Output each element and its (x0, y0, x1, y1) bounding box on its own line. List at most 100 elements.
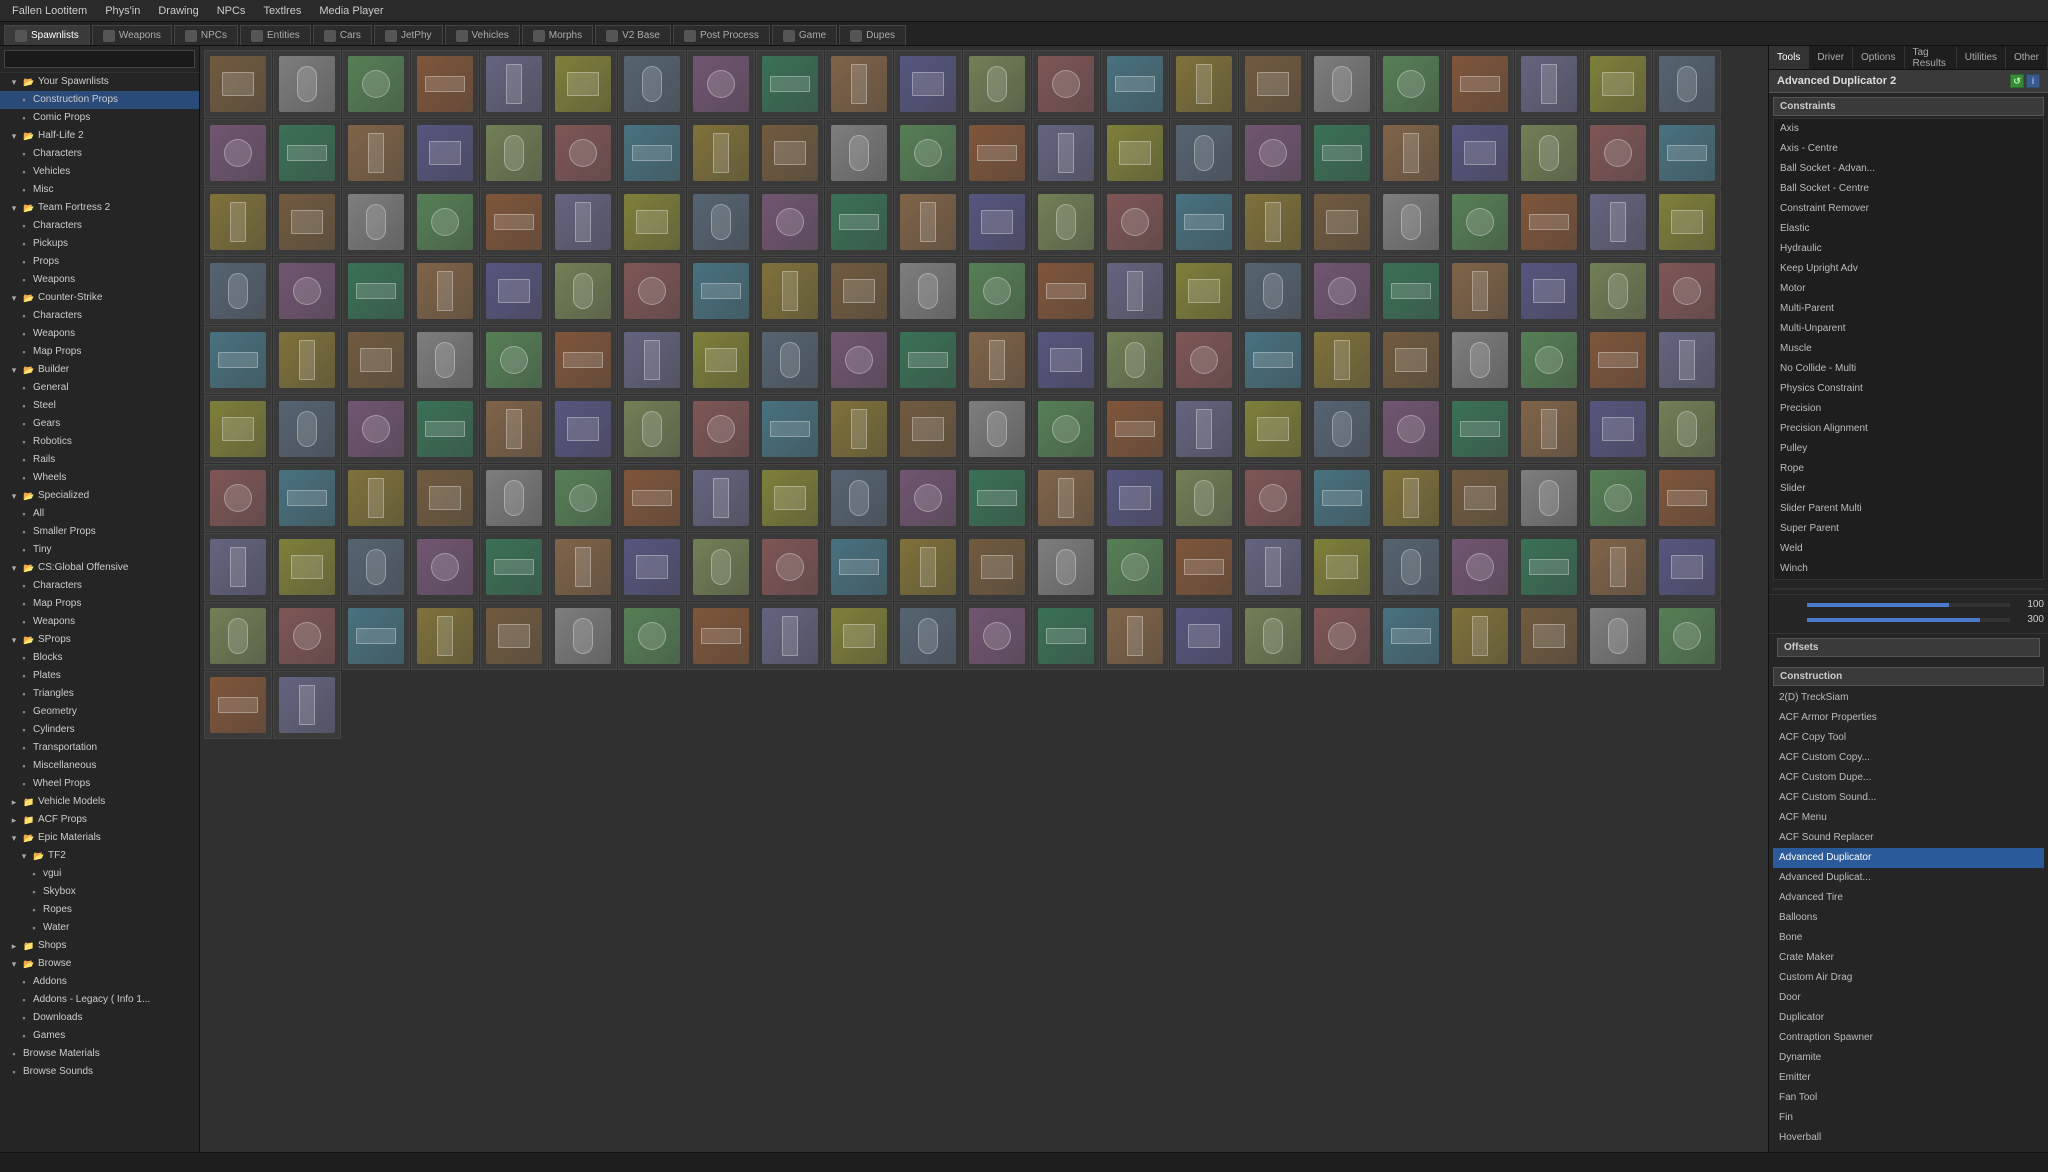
tree-tf2-props[interactable]: Props (0, 253, 199, 271)
spawn-item-72[interactable] (618, 257, 686, 325)
construct-dynamite[interactable]: Dynamite (1773, 1048, 2044, 1068)
spawn-item-155[interactable] (273, 533, 341, 601)
spawn-item-96[interactable] (756, 326, 824, 394)
tree-browse-sounds[interactable]: Browse Sounds (0, 1063, 199, 1081)
spawn-item-133[interactable] (273, 464, 341, 532)
spawn-item-124[interactable] (1170, 395, 1238, 463)
spawn-item-81[interactable] (1239, 257, 1307, 325)
spawn-item-13[interactable] (1101, 50, 1169, 118)
spawn-item-184[interactable] (756, 602, 824, 670)
spawn-item-38[interactable] (1308, 119, 1376, 187)
spawn-item-157[interactable] (411, 533, 479, 601)
spawn-item-54[interactable] (894, 188, 962, 256)
spawn-item-125[interactable] (1239, 395, 1307, 463)
spawn-item-106[interactable] (1446, 326, 1514, 394)
adv-dup-info-button[interactable]: i (2026, 74, 2040, 88)
spawn-item-91[interactable] (411, 326, 479, 394)
tab-vehicles[interactable]: Vehicles (445, 25, 520, 45)
tree-builder-gears[interactable]: Gears (0, 415, 199, 433)
tree-browse-materials[interactable]: Browse Materials (0, 1045, 199, 1063)
tree-spec-smaller[interactable]: Smaller Props (0, 523, 199, 541)
spawn-item-150[interactable] (1446, 464, 1514, 532)
spawn-item-42[interactable] (1584, 119, 1652, 187)
constraint-multi-parent[interactable]: Multi-Parent (1774, 299, 2043, 319)
spawn-item-161[interactable] (687, 533, 755, 601)
spawn-item-70[interactable] (480, 257, 548, 325)
spawn-item-28[interactable] (618, 119, 686, 187)
constraint-hydraulic[interactable]: Hydraulic (1774, 239, 2043, 259)
spawn-item-17[interactable] (1377, 50, 1445, 118)
spawn-item-187[interactable] (963, 602, 1031, 670)
tab-weapons[interactable]: Weapons (92, 25, 172, 45)
spawn-item-176[interactable] (204, 602, 272, 670)
constraint-muscle[interactable]: Muscle (1774, 339, 2043, 359)
tree-spec-all[interactable]: All (0, 505, 199, 523)
tree-sprops[interactable]: SProps (0, 631, 199, 649)
spawn-item-88[interactable] (204, 326, 272, 394)
spawn-item-41[interactable] (1515, 119, 1583, 187)
construct-hoverball[interactable]: Hoverball (1773, 1128, 2044, 1148)
spawn-item-199[interactable] (273, 671, 341, 739)
spawn-item-55[interactable] (963, 188, 1031, 256)
tree-sprops-geometry[interactable]: Geometry (0, 703, 199, 721)
spawn-item-151[interactable] (1515, 464, 1583, 532)
construct-acf-custom-copy[interactable]: ACF Custom Copy... (1773, 748, 2044, 768)
spawn-item-9[interactable] (825, 50, 893, 118)
spawn-item-33[interactable] (963, 119, 1031, 187)
tree-comic-props[interactable]: Comic Props (0, 109, 199, 127)
spawn-item-109[interactable] (1653, 326, 1721, 394)
constraint-precision-align[interactable]: Precision Alignment (1774, 419, 2043, 439)
spawn-item-27[interactable] (549, 119, 617, 187)
spawn-item-87[interactable] (1653, 257, 1721, 325)
menu-drawing[interactable]: Drawing (150, 3, 206, 19)
spawn-item-74[interactable] (756, 257, 824, 325)
spawn-item-34[interactable] (1032, 119, 1100, 187)
tree-construction-props[interactable]: Construction Props (0, 91, 199, 109)
tree-tf2[interactable]: Team Fortress 2 (0, 199, 199, 217)
spawn-item-108[interactable] (1584, 326, 1652, 394)
spawn-item-26[interactable] (480, 119, 548, 187)
spawn-item-15[interactable] (1239, 50, 1307, 118)
right-tab-tagresults[interactable]: Tag Results (1905, 46, 1957, 69)
spawn-item-130[interactable] (1584, 395, 1652, 463)
spawn-item-44[interactable] (204, 188, 272, 256)
tree-sprops-transportation[interactable]: Transportation (0, 739, 199, 757)
spawn-item-10[interactable] (894, 50, 962, 118)
spawn-item-118[interactable] (756, 395, 824, 463)
menu-media[interactable]: Media Player (311, 3, 391, 19)
tree-builder-general[interactable]: General (0, 379, 199, 397)
spawn-item-152[interactable] (1584, 464, 1652, 532)
spawn-item-120[interactable] (894, 395, 962, 463)
spawn-item-52[interactable] (756, 188, 824, 256)
spawn-item-168[interactable] (1170, 533, 1238, 601)
constraint-slider-parent[interactable]: Slider Parent Multi (1774, 499, 2043, 519)
tree-cs-weapons[interactable]: Weapons (0, 325, 199, 343)
spawn-item-29[interactable] (687, 119, 755, 187)
spawn-item-115[interactable] (549, 395, 617, 463)
spawn-item-164[interactable] (894, 533, 962, 601)
construct-acf-custom-dupe[interactable]: ACF Custom Dupe... (1773, 768, 2044, 788)
spawn-item-83[interactable] (1377, 257, 1445, 325)
spawn-item-182[interactable] (618, 602, 686, 670)
spawn-item-126[interactable] (1308, 395, 1376, 463)
spawn-item-191[interactable] (1239, 602, 1307, 670)
constraint-precision[interactable]: Precision (1774, 399, 2043, 419)
spawn-item-4[interactable] (480, 50, 548, 118)
spawn-item-19[interactable] (1515, 50, 1583, 118)
right-tab-options[interactable]: Options (1853, 46, 1904, 69)
spawn-item-63[interactable] (1515, 188, 1583, 256)
spawn-item-128[interactable] (1446, 395, 1514, 463)
construct-duplicator[interactable]: Duplicator (1773, 1008, 2044, 1028)
spawn-item-101[interactable] (1101, 326, 1169, 394)
spawn-item-114[interactable] (480, 395, 548, 463)
spawn-item-89[interactable] (273, 326, 341, 394)
spawn-item-159[interactable] (549, 533, 617, 601)
tree-tf2-pickups[interactable]: Pickups (0, 235, 199, 253)
spawn-item-7[interactable] (687, 50, 755, 118)
spawn-item-61[interactable] (1377, 188, 1445, 256)
spawn-item-25[interactable] (411, 119, 479, 187)
spawn-item-178[interactable] (342, 602, 410, 670)
constraint-weld[interactable]: Weld (1774, 539, 2043, 559)
constraint-ballsocket-centre[interactable]: Ball Socket - Centre (1774, 179, 2043, 199)
menu-physin[interactable]: Phys'in (97, 3, 148, 19)
